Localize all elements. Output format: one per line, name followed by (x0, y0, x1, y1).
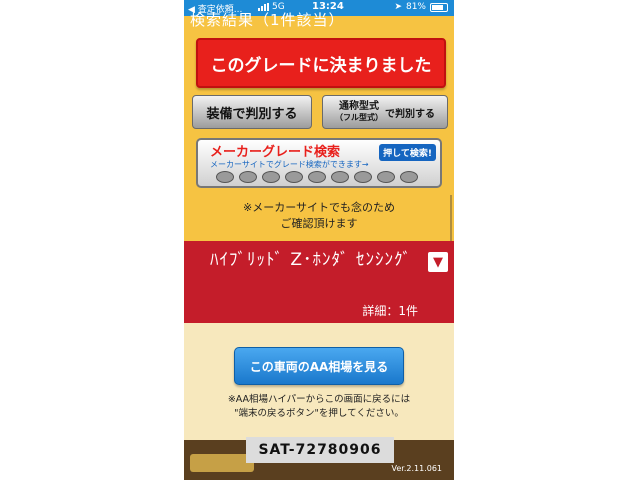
nissan-logo-icon (308, 171, 326, 183)
type-label-stack: 通称型式 （フル型式） (335, 101, 383, 123)
aa-note-line-1: ※AA相場ハイパーからこの画面に戻るには (227, 394, 411, 405)
toyota-logo-icon (216, 171, 234, 183)
maker-logo-row (216, 171, 418, 183)
maker-grade-search-banner[interactable]: メーカーグレード検索 押して検索! メーカーサイトでグレード検索ができます→ (196, 138, 442, 188)
daihatsu-logo-icon (400, 171, 418, 183)
location-icon: ➤ (394, 2, 402, 12)
decide-grade-button[interactable]: このグレードに決まりました (196, 38, 446, 88)
mitsubishi-logo-icon (354, 171, 372, 183)
status-right: ➤ 81% (394, 2, 448, 12)
battery-percent: 81% (405, 2, 426, 12)
maker-check-notice: ※メーカーサイトでも念のため ご確認頂けます (184, 200, 454, 232)
identify-by-type-button[interactable]: 通称型式 （フル型式） で判別する (322, 95, 448, 129)
footer-tab[interactable] (190, 454, 254, 472)
banner-search-button[interactable]: 押して検索! (379, 144, 436, 161)
type-main-label: 通称型式 (339, 101, 379, 112)
aa-return-note: ※AA相場ハイパーからこの画面に戻るには "端末の戻るボタン"を押してください。 (184, 393, 454, 421)
grade-name: ﾊｲﾌﾞﾘｯﾄﾞ Z･ﾎﾝﾀﾞ ｾﾝｼﾝｸﾞ (210, 250, 412, 270)
view-aa-market-button[interactable]: この車両のAA相場を見る (234, 347, 404, 385)
lexus-logo-icon (239, 171, 257, 183)
type-sub-label: （フル型式） (335, 113, 383, 122)
version-label: Ver.2.11.061 (391, 464, 443, 473)
sat-id-label: SAT-72780906 (246, 437, 394, 463)
notice-line-1: ※メーカーサイトでも念のため (243, 201, 395, 214)
banner-title: メーカーグレード検索 (210, 145, 341, 160)
page-title: 検索結果（1件該当） (190, 11, 345, 29)
suzuki-logo-icon (377, 171, 395, 183)
banner-subtitle: メーカーサイトでグレード検索ができます→ (210, 160, 369, 169)
result-item[interactable]: ﾊｲﾌﾞﾘｯﾄﾞ Z･ﾎﾝﾀﾞ ｾﾝｼﾝｸﾞ ▼ 詳細：1件 (184, 241, 454, 323)
honda-logo-icon (331, 171, 349, 183)
phone-screen: ◀ 査定依頼... 5G 13:24 ➤ 81% 検索結果（1件該当） このグレ… (184, 0, 454, 480)
identify-by-equipment-button[interactable]: 装備で判別する (192, 95, 312, 129)
mazda-logo-icon (262, 171, 280, 183)
aa-note-line-2: "端末の戻るボタン"を押してください。 (234, 408, 404, 419)
type-suffix-label: で判別する (385, 108, 435, 120)
subaru-logo-icon (285, 171, 303, 183)
notice-line-2: ご確認頂けます (280, 217, 358, 230)
result-detail-count: 詳細：1件 (362, 304, 418, 318)
battery-icon (430, 2, 448, 12)
chevron-down-icon[interactable]: ▼ (428, 252, 448, 272)
aa-section: この車両のAA相場を見る ※AA相場ハイパーからこの画面に戻るには "端末の戻る… (184, 323, 454, 440)
